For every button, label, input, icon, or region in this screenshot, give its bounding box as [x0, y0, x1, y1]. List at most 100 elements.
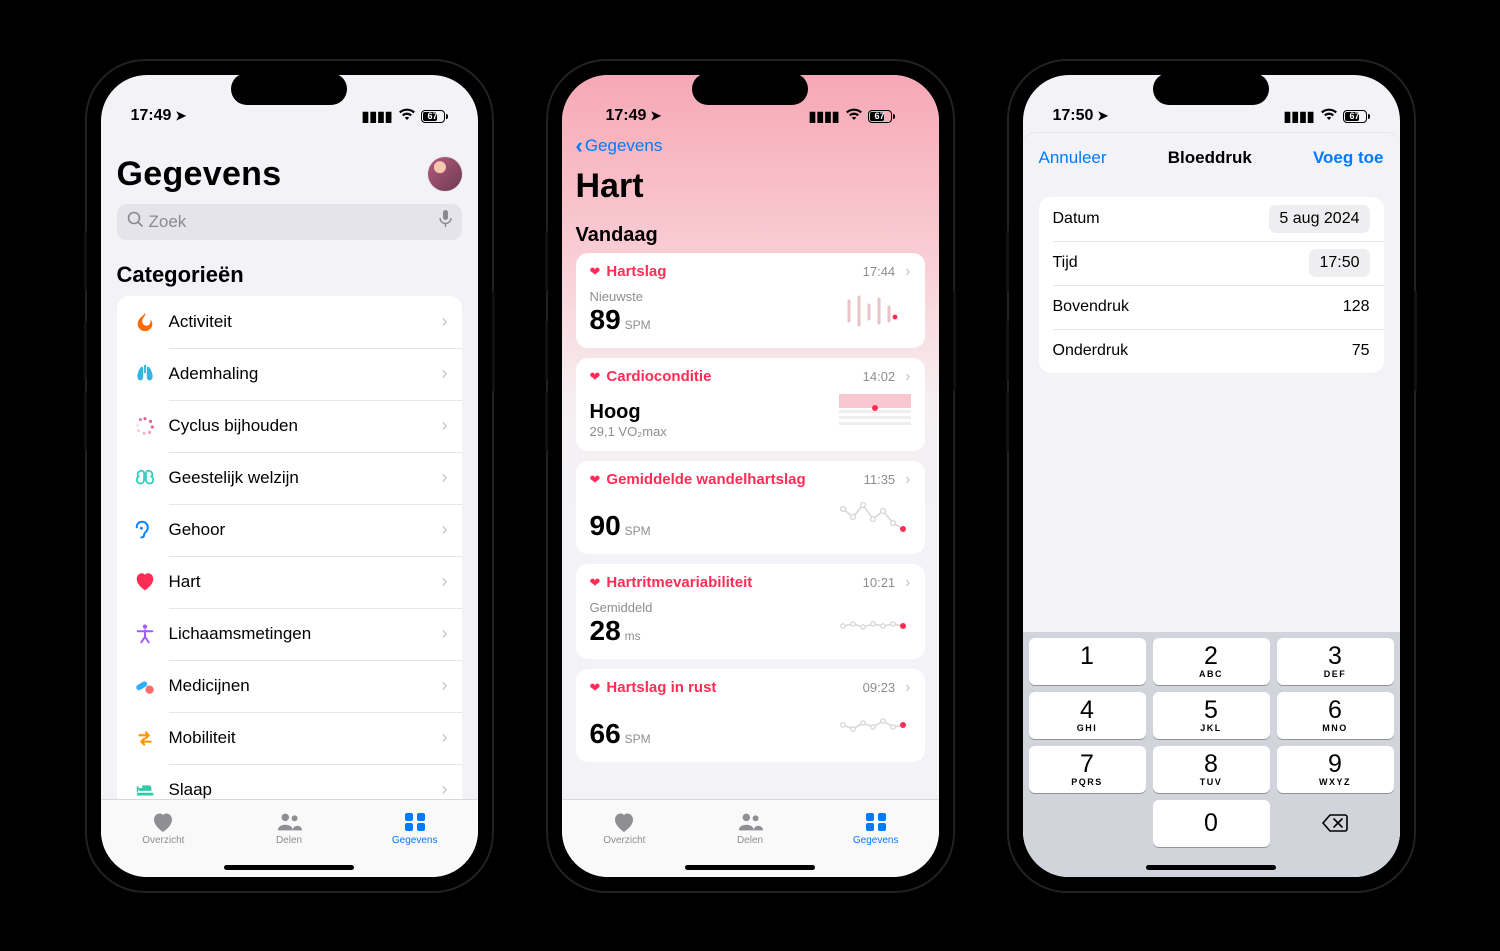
- phone-gegevens: 17:49 ➤ ▮▮▮▮ 67 Gegevens: [87, 61, 492, 891]
- cell-signal-icon: ▮▮▮▮: [809, 108, 840, 125]
- body-icon: [131, 623, 159, 645]
- card-time: 10:21: [863, 575, 896, 590]
- category-row-heart[interactable]: Hart›: [117, 556, 462, 608]
- category-row-cycle[interactable]: Cyclus bijhouden›: [117, 400, 462, 452]
- heart-card[interactable]: ❤Hartritmevariabiliteit10:21›Gemiddeld28…: [576, 564, 925, 659]
- search-field[interactable]: [117, 204, 462, 240]
- section-today: Vandaag: [576, 224, 925, 247]
- form-row[interactable]: Datum 5 aug 2024: [1039, 197, 1384, 241]
- heart-icon: ❤: [590, 264, 601, 280]
- add-button[interactable]: Voeg toe: [1313, 148, 1384, 168]
- cancel-button[interactable]: Annuleer: [1039, 148, 1107, 168]
- category-row-bed[interactable]: Slaap›: [117, 764, 462, 799]
- chevron-right-icon: ›: [905, 263, 910, 281]
- home-indicator[interactable]: [224, 865, 354, 870]
- heart-card[interactable]: ❤Hartslag in rust09:23›66SPM: [576, 669, 925, 762]
- card-time: 11:35: [864, 472, 896, 487]
- status-time: 17:49: [131, 107, 172, 125]
- tab-overview[interactable]: Overzicht: [101, 800, 227, 857]
- key-0[interactable]: 0: [1153, 800, 1270, 847]
- chevron-right-icon: ›: [905, 471, 910, 489]
- mic-icon[interactable]: [439, 210, 452, 233]
- form-row[interactable]: Onderdruk 75: [1039, 329, 1384, 373]
- grid-icon: [402, 811, 428, 833]
- form-value[interactable]: 5 aug 2024: [1269, 205, 1369, 233]
- wifi-icon: [845, 108, 863, 124]
- heart-card[interactable]: ❤Gemiddelde wandelhartslag11:35›90SPM: [576, 461, 925, 554]
- category-label: Ademhaling: [169, 364, 442, 384]
- sparkline: [839, 497, 911, 542]
- tab-overview[interactable]: Overzicht: [562, 800, 688, 857]
- form-value[interactable]: 128: [1343, 298, 1370, 316]
- form-label: Datum: [1053, 210, 1100, 228]
- tab-data[interactable]: Gegevens: [813, 800, 939, 857]
- heart-icon: [150, 811, 176, 833]
- phone-bloeddruk: 17:50 ➤ ▮▮▮▮ 67 Annuleer Bloeddruk Voeg …: [1009, 61, 1414, 891]
- location-icon: ➤: [175, 108, 186, 124]
- category-label: Cyclus bijhouden: [169, 416, 442, 436]
- form: Datum5 aug 2024Tijd17:50Bovendruk128Onde…: [1039, 197, 1384, 373]
- form-row[interactable]: Bovendruk128: [1039, 285, 1384, 329]
- card-time: 17:44: [863, 264, 896, 279]
- heart-cards: ❤Hartslag17:44›Nieuwste89SPM❤Cardiocondi…: [576, 253, 925, 762]
- category-label: Medicijnen: [169, 676, 442, 696]
- category-row-brain[interactable]: Geestelijk welzijn›: [117, 452, 462, 504]
- back-button[interactable]: ‹ Gegevens: [576, 133, 925, 159]
- category-row-mobility[interactable]: Mobiliteit›: [117, 712, 462, 764]
- bed-icon: [131, 779, 159, 799]
- home-indicator[interactable]: [685, 865, 815, 870]
- tab-label: Overzicht: [603, 835, 645, 846]
- key-2[interactable]: 2ABC: [1153, 638, 1270, 685]
- form-value[interactable]: 75: [1352, 342, 1370, 360]
- category-label: Activiteit: [169, 312, 442, 332]
- chevron-right-icon: ›: [905, 679, 910, 697]
- chevron-left-icon: ‹: [576, 133, 583, 159]
- tab-share[interactable]: Delen: [226, 800, 352, 857]
- grid-icon: [863, 811, 889, 833]
- key-6[interactable]: 6MNO: [1277, 692, 1394, 739]
- phone-hart: 17:49 ➤ ▮▮▮▮ 67 ‹ Gegevens Hart Va: [548, 61, 953, 891]
- chevron-right-icon: ›: [442, 363, 448, 384]
- category-row-ear[interactable]: Gehoor›: [117, 504, 462, 556]
- category-row-pills[interactable]: Medicijnen›: [117, 660, 462, 712]
- key-7[interactable]: 7PQRS: [1029, 746, 1146, 793]
- tab-label: Gegevens: [853, 835, 899, 846]
- heart-card[interactable]: ❤Hartslag17:44›Nieuwste89SPM: [576, 253, 925, 348]
- key-4[interactable]: 4GHI: [1029, 692, 1146, 739]
- key-3[interactable]: 3DEF: [1277, 638, 1394, 685]
- form-label: Onderdruk: [1053, 342, 1129, 360]
- key-9[interactable]: 9WXYZ: [1277, 746, 1394, 793]
- category-row-lungs[interactable]: Ademhaling›: [117, 348, 462, 400]
- flame-icon: [131, 311, 159, 333]
- tab-share[interactable]: Delen: [687, 800, 813, 857]
- category-row-flame[interactable]: Activiteit›: [117, 296, 462, 348]
- tab-data[interactable]: Gegevens: [352, 800, 478, 857]
- key-1[interactable]: 1: [1029, 638, 1146, 685]
- category-label: Mobiliteit: [169, 728, 442, 748]
- card-title: Gemiddelde wandelhartslag: [606, 471, 857, 488]
- form-value[interactable]: 17:50: [1309, 249, 1369, 277]
- brain-icon: [131, 467, 159, 489]
- profile-avatar[interactable]: [428, 157, 462, 191]
- chevron-right-icon: ›: [442, 571, 448, 592]
- category-row-body[interactable]: Lichaamsmetingen›: [117, 608, 462, 660]
- search-input[interactable]: [149, 212, 433, 232]
- key-8[interactable]: 8TUV: [1153, 746, 1270, 793]
- tab-label: Gegevens: [392, 835, 438, 846]
- card-time: 14:02: [863, 369, 896, 384]
- chevron-right-icon: ›: [442, 623, 448, 644]
- section-title: Categorieën: [117, 262, 462, 288]
- dynamic-island: [692, 73, 808, 105]
- heart-card[interactable]: ❤Cardioconditie14:02›Hoog29,1 VO₂max: [576, 358, 925, 451]
- key-delete[interactable]: [1277, 800, 1394, 847]
- people-icon: [276, 811, 302, 833]
- home-indicator[interactable]: [1146, 865, 1276, 870]
- status-time: 17:50: [1053, 107, 1094, 125]
- people-icon: [737, 811, 763, 833]
- wifi-icon: [398, 108, 416, 124]
- battery-icon: 67: [1343, 110, 1370, 123]
- heart-icon: [611, 811, 637, 833]
- form-row[interactable]: Tijd17:50: [1039, 241, 1384, 285]
- key-5[interactable]: 5JKL: [1153, 692, 1270, 739]
- tab-label: Overzicht: [142, 835, 184, 846]
